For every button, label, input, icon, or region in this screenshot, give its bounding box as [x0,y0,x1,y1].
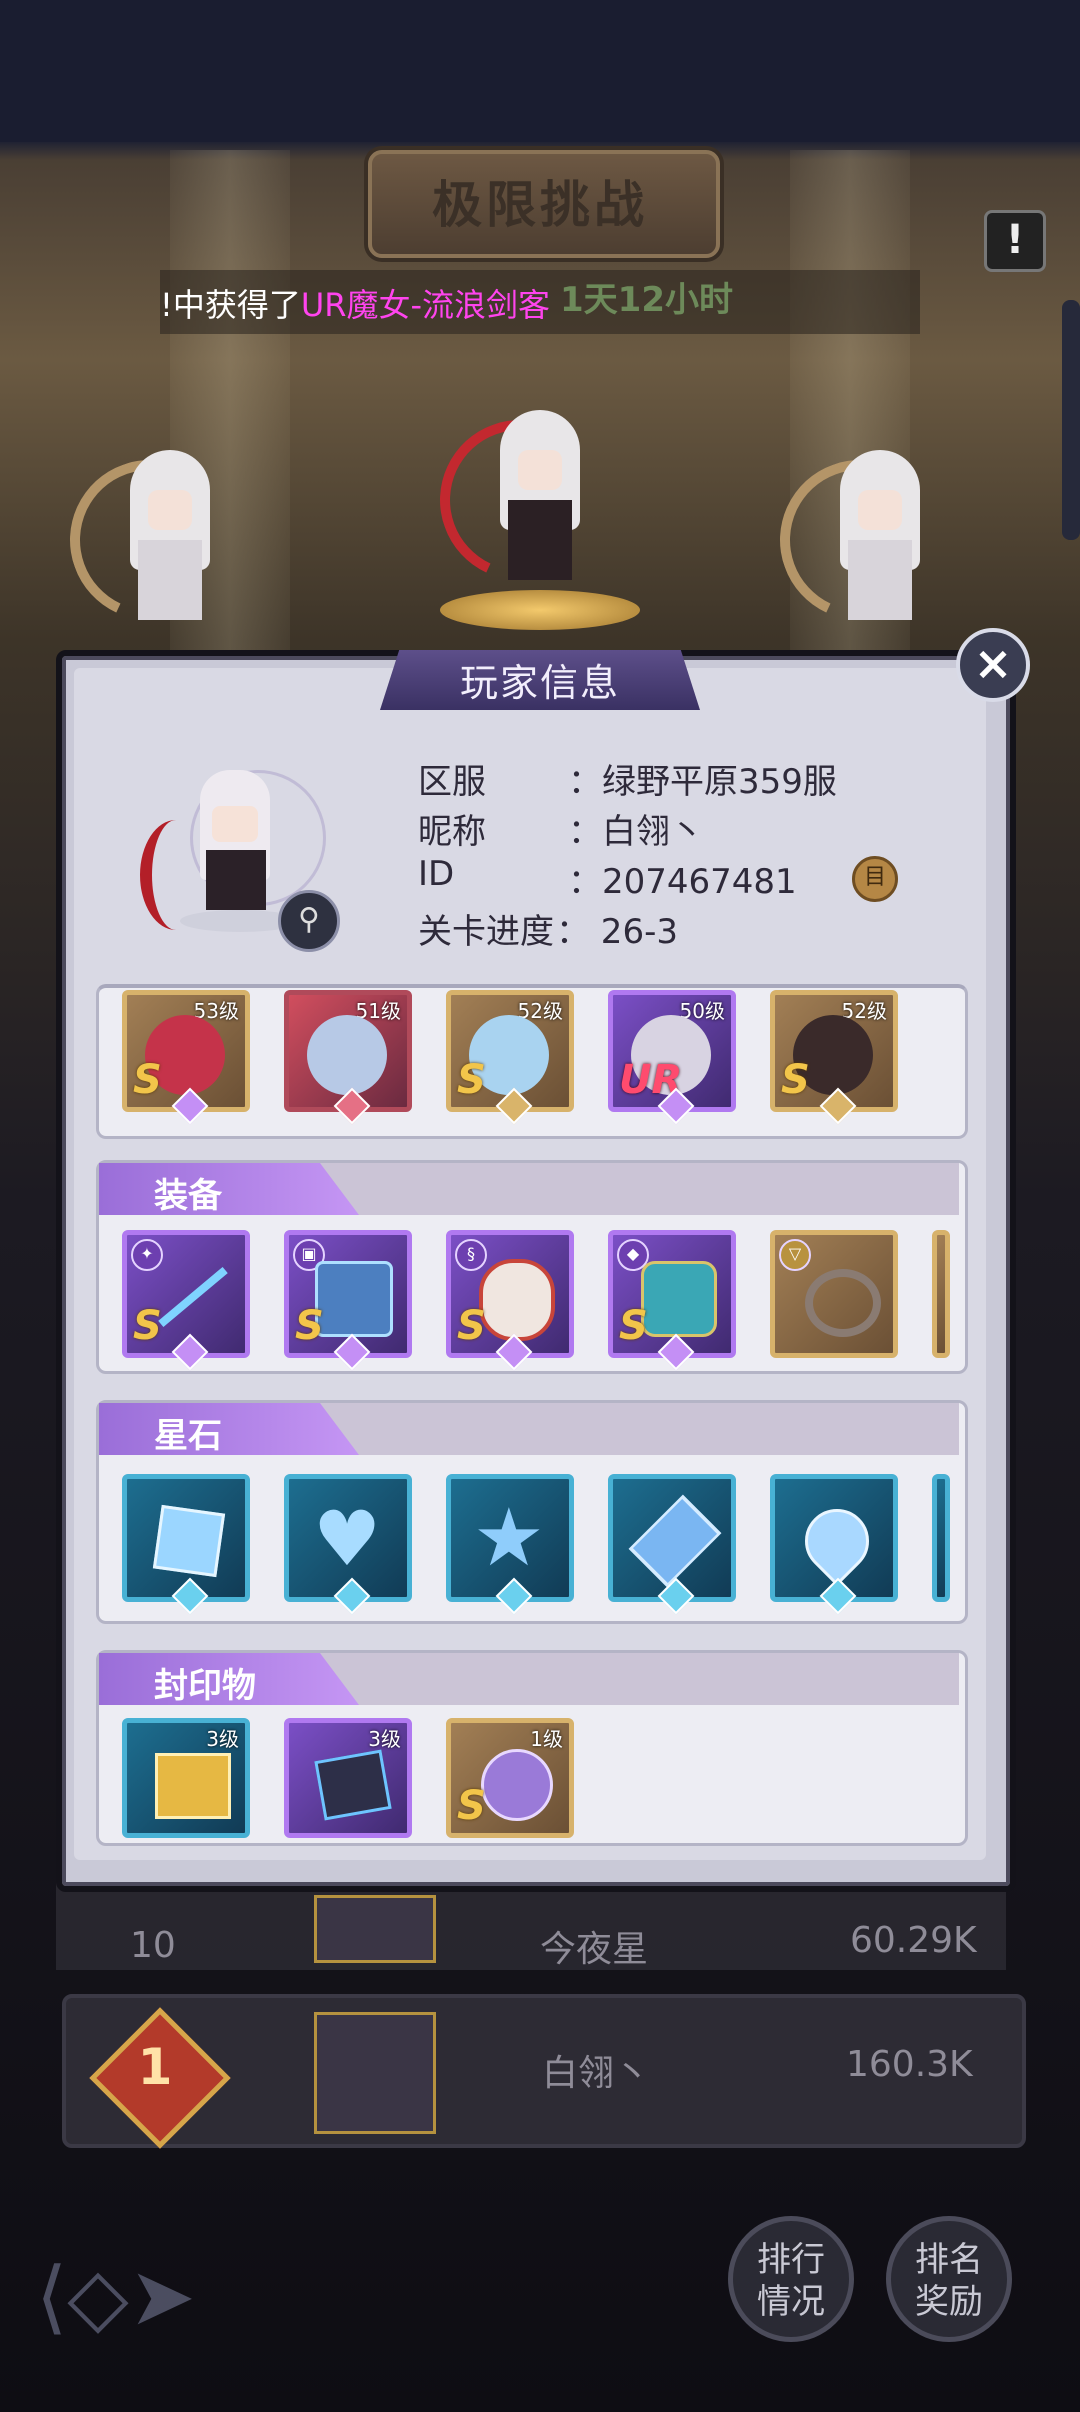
weapon-type-icon: ✦ [131,1239,163,1271]
rank-status-button[interactable]: 排行 情况 [728,2216,854,2342]
info-value-id: ：207467481 [568,862,797,902]
starstone-slot-partial[interactable] [932,1474,950,1602]
hero-grade: S [781,1057,810,1103]
seal-level: 1级 [530,1727,563,1751]
mask-type-icon: § [455,1239,487,1271]
armor-icon [641,1261,717,1337]
copy-id-button[interactable]: 目 [852,856,898,902]
chip-icon [314,1749,392,1821]
seal-level: 3级 [368,1727,401,1751]
spear-icon [158,1266,228,1328]
equipment-grade: S [457,1303,486,1349]
rank-number: 1 [137,2038,173,2096]
avatar [314,2012,436,2134]
rank-reward-button[interactable]: 排名 奖励 [886,2216,1012,2342]
countdown-text: 1天12小时 [560,280,733,320]
drop-gem-icon [791,1495,883,1587]
equipment-slot[interactable]: § S [446,1230,574,1371]
side-handle[interactable] [1062,300,1080,540]
notice-text: !中获得了 [160,286,301,324]
hero-slot[interactable]: 53级 S [122,990,250,1125]
equipment-grade: S [619,1303,648,1349]
seal-slot[interactable]: 1级 S [446,1718,574,1838]
starstone-slot[interactable] [770,1474,898,1615]
section-tab [99,1403,359,1455]
seal-slot[interactable]: 3级 [284,1718,412,1838]
hero-slot[interactable]: 52级 S [770,990,898,1125]
equipment-slot[interactable]: ✦ S [122,1230,250,1371]
info-label-stage: 关卡进度 [418,912,554,952]
close-button[interactable]: × [956,628,1030,702]
hero-grade: S [133,1057,162,1103]
avatar [314,1895,436,1963]
equipment-grade: S [133,1303,162,1349]
seal-title: 封印物 [154,1666,256,1706]
starstone-slot[interactable]: ♥ [284,1474,412,1615]
info-value-server: ：绿野平原359服 [568,762,837,802]
magnifier-icon: ⚲ [298,902,320,937]
info-button[interactable]: ! [984,210,1046,272]
book-icon [315,1261,393,1337]
square-gem-icon [152,1504,226,1578]
notice-highlight: UR魔女-流浪剑客 [300,286,551,324]
equipment-grade: S [295,1303,324,1349]
notice-ticker: !中获得了UR魔女-流浪剑客 [160,280,550,326]
info-label-id: ID [418,854,455,894]
equipment-slot[interactable]: ▣ S [284,1230,412,1371]
diamond-gem-icon [628,1494,722,1588]
star-gem-icon: ★ [473,1491,545,1584]
section-tab [99,1163,359,1215]
golden-book-icon [155,1753,231,1819]
page-title: 极限挑战 [432,176,648,234]
equipment-slot[interactable]: ▽ [770,1230,898,1358]
equipment-slot[interactable]: ◆ S [608,1230,736,1371]
heart-gem-icon: ♥ [313,1494,382,1583]
info-value-stage: ： 26-3 [556,912,678,952]
modal-title: 玩家信息 [459,661,620,705]
ring-type-icon: ▽ [779,1239,811,1271]
hero-slot[interactable]: 52级 S [446,990,574,1125]
equipment-slot-partial[interactable] [932,1230,950,1358]
back-arrow-icon[interactable]: ⟨◇➤ [36,2250,196,2343]
ranking-score: 60.29K [850,1920,977,1961]
hero-slot[interactable]: 51级 [284,990,412,1125]
mask-icon [479,1259,555,1341]
seal-level: 3级 [206,1727,239,1751]
podium-character-right[interactable] [757,437,963,643]
seal-grade: S [457,1783,486,1829]
copy-icon: 目 [863,865,886,890]
starstone-slot[interactable]: ★ [446,1474,574,1615]
starstone-slot[interactable] [122,1474,250,1615]
ranking-name: 今夜星 [540,1929,649,1970]
seal-slot[interactable]: 3级 [122,1718,250,1838]
info-label-nickname: 昵称 [418,812,486,852]
ring-icon [805,1269,881,1337]
starstone-title: 星石 [154,1416,222,1456]
ranking-score: 160.3K [846,2044,973,2085]
podium-character-center[interactable] [417,397,623,603]
ranking-name: 白翎丶 [542,2053,651,2094]
top-bar [0,0,1080,142]
hero-grade: S [457,1057,486,1103]
info-label-server: 区服 [418,762,486,802]
podium-character-left[interactable] [47,437,253,643]
exclamation-icon: ! [1005,217,1025,263]
starstone-slot[interactable] [608,1474,736,1615]
equipment-title: 装备 [154,1176,222,1216]
hero-slot[interactable]: 50级 UR [608,990,736,1125]
magic-tome-icon [481,1749,553,1821]
rank-number: 10 [130,1925,176,1966]
info-value-nickname: ：白翎丶 [568,812,704,852]
close-icon: × [973,636,1013,690]
zoom-button[interactable]: ⚲ [278,890,340,952]
